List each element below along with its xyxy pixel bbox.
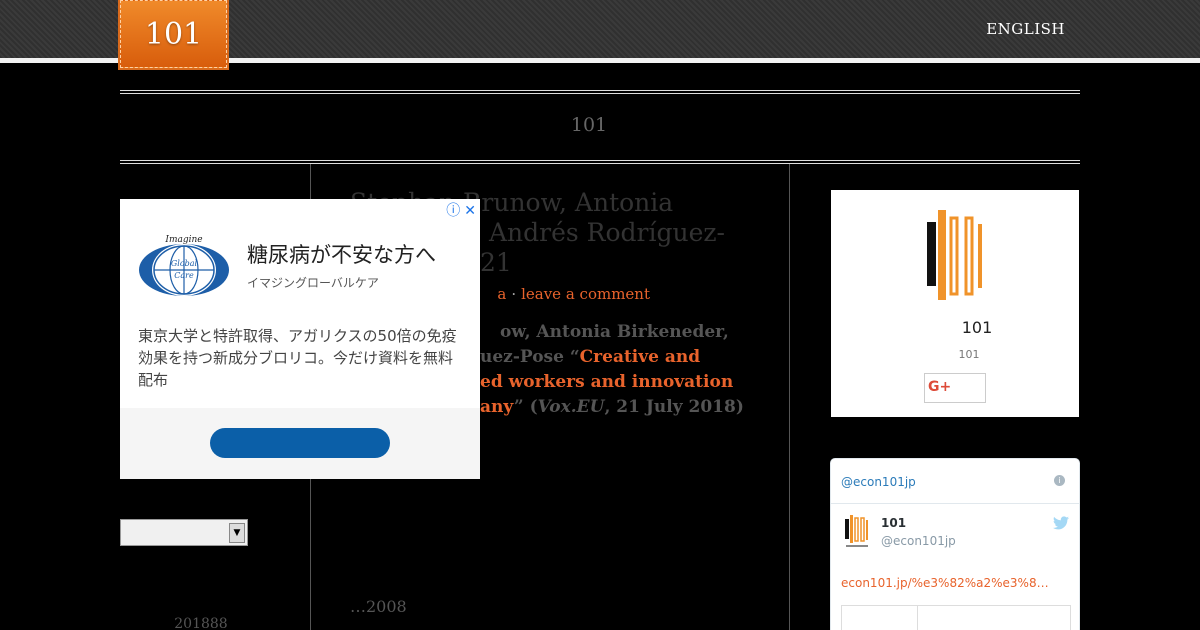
twitter-bird-icon[interactable] bbox=[1053, 516, 1069, 530]
profile-card: 101 101 G+ bbox=[831, 190, 1079, 417]
header-rule-bottom-2 bbox=[120, 163, 1080, 164]
header-rule-top-2 bbox=[120, 93, 1080, 94]
ad-logo-top-text: Imagine bbox=[164, 235, 202, 245]
info-icon[interactable]: i bbox=[1054, 475, 1065, 486]
ad-close-icon[interactable]: ✕ bbox=[464, 203, 476, 219]
excerpt-article-link-cont[interactable]: ed workers and innovation bbox=[480, 372, 733, 392]
excerpt-date: , 21 July 2018) bbox=[604, 397, 744, 417]
post-author-link[interactable]: a bbox=[497, 285, 506, 303]
header-rule-top bbox=[120, 90, 1080, 91]
ad-logo-bottom-text: Care bbox=[174, 271, 194, 280]
profile-name[interactable]: 101 bbox=[831, 318, 1123, 337]
globe-logo-icon: Imagine Global Care bbox=[139, 235, 229, 296]
ad-banner[interactable]: ⓘ ✕ Imagine Global Care 糖尿病が不安な方へ イマジングロー… bbox=[120, 199, 480, 479]
ad-info-icon[interactable]: ⓘ bbox=[446, 203, 460, 219]
tweet-media-card[interactable] bbox=[841, 605, 1071, 630]
excerpt-quote-close: ” ( bbox=[513, 397, 538, 417]
ad-logo-mid-text: Global bbox=[171, 259, 198, 268]
ad-body: 東京大学と特許取得、アガリクスの50倍の免疫効果を持つ新成分ブロリコ。今だけ資料… bbox=[138, 327, 457, 389]
twitter-avatar[interactable] bbox=[843, 515, 871, 549]
twitter-user-name[interactable]: 101 bbox=[881, 516, 906, 530]
profile-subtitle: 101 bbox=[958, 348, 980, 361]
site-logo[interactable]: 101 bbox=[118, 0, 229, 70]
ad-advertiser: イマジングローバルケア bbox=[247, 276, 379, 290]
tweet-media-divider bbox=[917, 606, 918, 630]
google-plus-icon: G+ bbox=[928, 379, 952, 395]
excerpt-line-2-prefix: uez-Pose “ bbox=[480, 347, 580, 367]
header-rule-bottom bbox=[120, 160, 1080, 161]
twitter-divider bbox=[831, 503, 1079, 504]
ad-cta-button[interactable] bbox=[210, 428, 390, 458]
twitter-timeline-handle[interactable]: @econ101jp bbox=[841, 475, 916, 489]
column-divider-right bbox=[789, 164, 790, 630]
excerpt-article-link[interactable]: Creative and bbox=[580, 347, 701, 367]
tweet-link[interactable]: econ101.jp/%e3%82%a2%e3%8… bbox=[841, 576, 1049, 590]
ad-title[interactable]: 糖尿病が不安な方へ bbox=[247, 239, 436, 269]
chevron-down-icon[interactable]: ▼ bbox=[229, 523, 245, 543]
leave-comment-link[interactable]: leave a comment bbox=[521, 285, 650, 303]
meta-separator: · bbox=[511, 285, 517, 303]
archive-select[interactable]: ▼ bbox=[120, 519, 248, 546]
ad-controls: ⓘ ✕ bbox=[442, 200, 476, 220]
site-title[interactable]: 101 bbox=[120, 114, 1058, 136]
excerpt-source: Vox.EU bbox=[537, 397, 605, 417]
next-post-date: …2008 bbox=[350, 597, 407, 616]
excerpt-article-link-end[interactable]: any bbox=[480, 397, 514, 417]
twitter-user-handle[interactable]: @econ101jp bbox=[881, 534, 956, 548]
language-link-english[interactable]: ENGLISH bbox=[986, 20, 1065, 38]
google-plus-button[interactable]: G+ bbox=[924, 373, 986, 403]
archive-link[interactable]: 201888 bbox=[120, 616, 282, 630]
ad-footer bbox=[120, 408, 480, 479]
site-brand-logo-icon bbox=[927, 210, 982, 300]
twitter-timeline: @econ101jp i 101 @econ101jp econ101.jp/%… bbox=[830, 458, 1080, 630]
